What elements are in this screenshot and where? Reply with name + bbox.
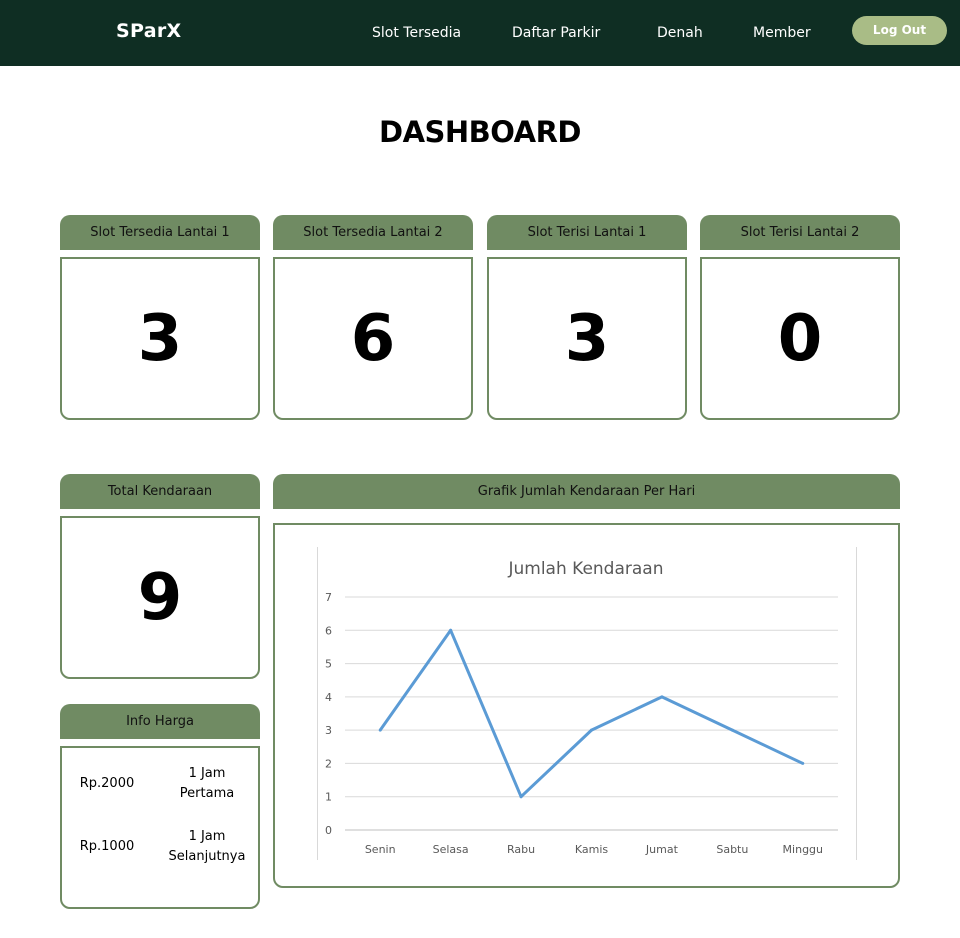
x-tick-label: Jumat	[645, 843, 679, 856]
x-tick-label: Minggu	[783, 843, 823, 856]
x-tick-label: Senin	[365, 843, 396, 856]
y-tick-label: 4	[325, 691, 332, 704]
chart-data-point	[801, 761, 805, 765]
y-tick-label: 7	[325, 591, 332, 604]
y-tick-label: 0	[325, 824, 332, 837]
chart-data-point	[519, 795, 523, 799]
chart-data-point	[590, 728, 593, 732]
chart-data-point	[730, 728, 734, 732]
x-tick-label: Selasa	[433, 843, 469, 856]
chart-series-line	[378, 628, 804, 799]
y-tick-label: 2	[325, 757, 332, 770]
line-chart: Jumlah Kendaraan 0 1 2 3 4 5 6 7 Senin Selasa Rabu K…	[325, 559, 838, 856]
y-tick-label: 6	[325, 624, 332, 637]
x-tick-label: Rabu	[507, 843, 535, 856]
y-tick-label: 5	[325, 658, 332, 671]
chart-data-point	[449, 628, 453, 632]
chart-title: Jumlah Kendaraan	[507, 559, 663, 579]
chart-data-point	[378, 728, 382, 732]
chart-data-point	[660, 695, 664, 699]
y-tick-label: 3	[325, 724, 332, 737]
x-tick-label: Sabtu	[716, 843, 748, 856]
y-tick-label: 1	[325, 791, 332, 804]
x-tick-label: Kamis	[575, 843, 609, 856]
